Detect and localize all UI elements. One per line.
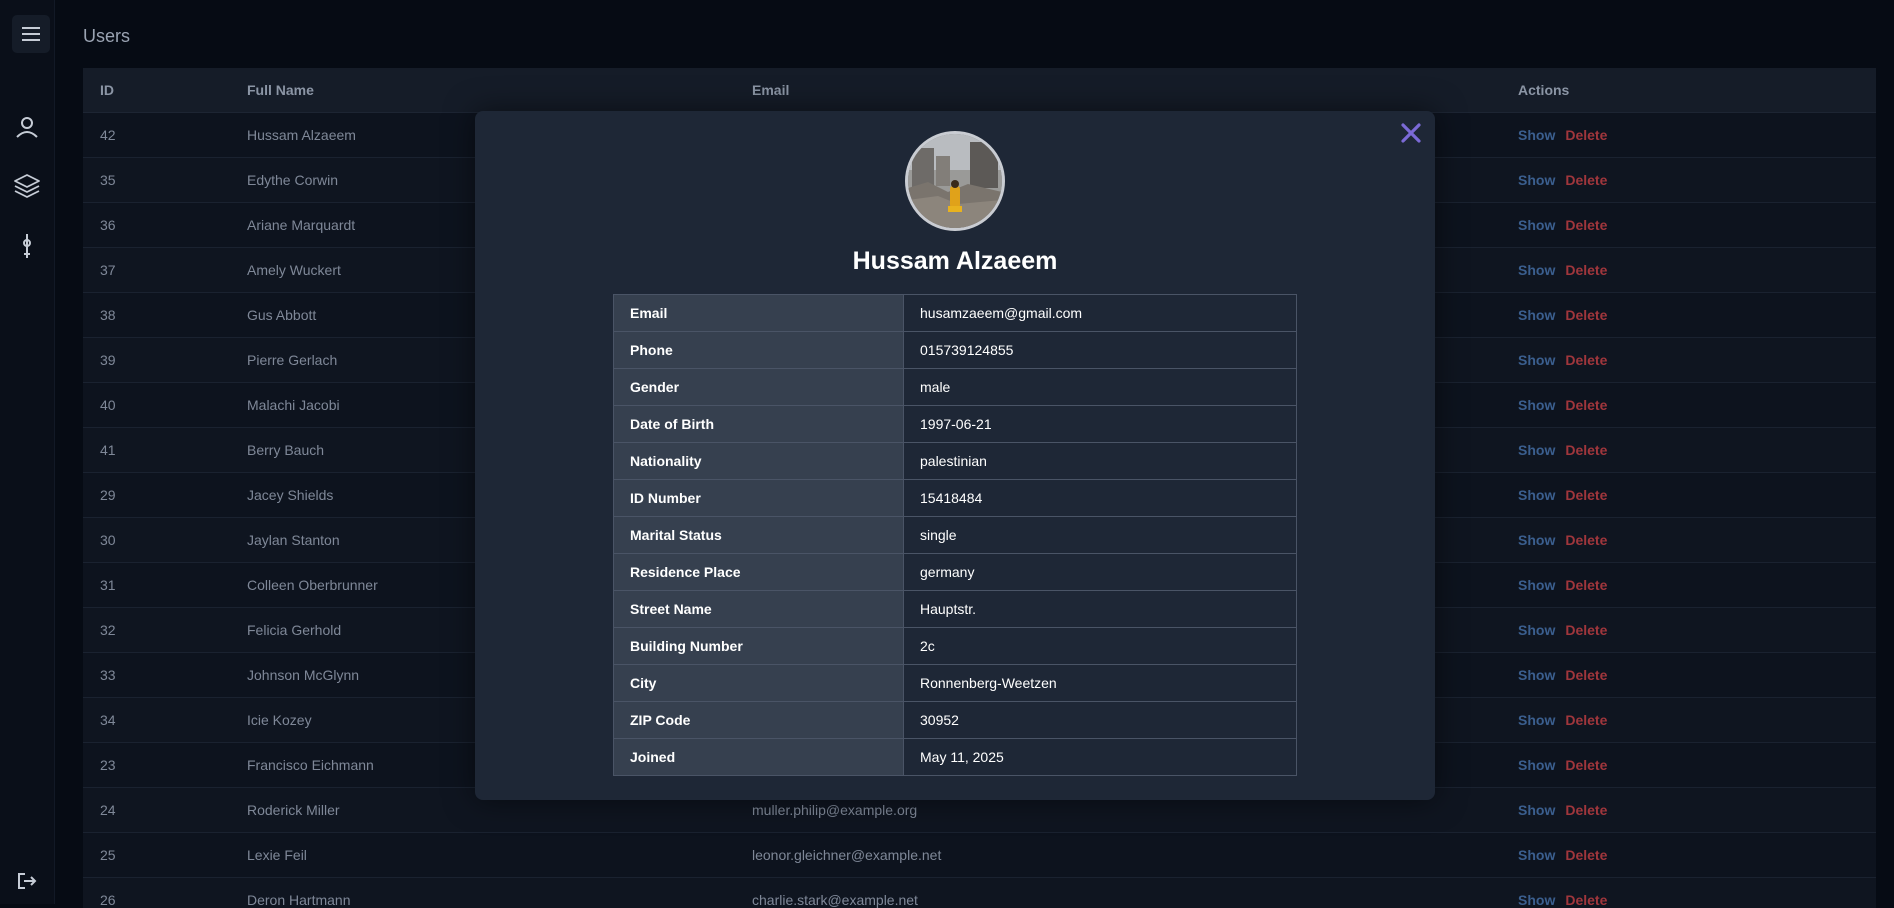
detail-value: 2c: [903, 627, 1297, 665]
detail-label: Street Name: [613, 590, 904, 628]
detail-label: City: [613, 664, 904, 702]
detail-value: germany: [903, 553, 1297, 591]
detail-label: ZIP Code: [613, 701, 904, 739]
close-button[interactable]: [1397, 119, 1425, 147]
detail-row: Email husamzaeem@gmail.com: [613, 294, 1297, 332]
detail-label: Marital Status: [613, 516, 904, 554]
detail-value: 1997-06-21: [903, 405, 1297, 443]
detail-row: Nationality palestinian: [613, 442, 1297, 480]
detail-label: Joined: [613, 738, 904, 776]
detail-value: May 11, 2025: [903, 738, 1297, 776]
detail-label: Nationality: [613, 442, 904, 480]
modal-overlay: Hussam Alzaeem Email husamzaeem@gmail.com…: [0, 0, 1894, 904]
detail-value: 15418484: [903, 479, 1297, 517]
close-icon: [1401, 123, 1421, 143]
detail-value: palestinian: [903, 442, 1297, 480]
detail-value: 015739124855: [903, 331, 1297, 369]
user-details-table: Email husamzaeem@gmail.com Phone 0157391248…: [613, 294, 1297, 776]
detail-value: Ronnenberg-Weetzen: [903, 664, 1297, 702]
detail-label: ID Number: [613, 479, 904, 517]
detail-row: ZIP Code 30952: [613, 701, 1297, 739]
avatar: [905, 131, 1005, 231]
user-detail-modal: Hussam Alzaeem Email husamzaeem@gmail.com…: [475, 111, 1435, 800]
detail-row: Street Name Hauptstr.: [613, 590, 1297, 628]
detail-row: Date of Birth 1997-06-21: [613, 405, 1297, 443]
detail-label: Phone: [613, 331, 904, 369]
detail-value: single: [903, 516, 1297, 554]
detail-row: Marital Status single: [613, 516, 1297, 554]
detail-row: Phone 015739124855: [613, 331, 1297, 369]
detail-row: ID Number 15418484: [613, 479, 1297, 517]
detail-label: Email: [613, 294, 904, 332]
detail-label: Building Number: [613, 627, 904, 665]
detail-row: Building Number 2c: [613, 627, 1297, 665]
detail-value: husamzaeem@gmail.com: [903, 294, 1297, 332]
modal-user-name: Hussam Alzaeem: [852, 247, 1058, 275]
detail-value: Hauptstr.: [903, 590, 1297, 628]
detail-row: City Ronnenberg-Weetzen: [613, 664, 1297, 702]
detail-label: Residence Place: [613, 553, 904, 591]
detail-value: 30952: [903, 701, 1297, 739]
detail-label: Gender: [613, 368, 904, 406]
detail-row: Joined May 11, 2025: [613, 738, 1297, 776]
detail-label: Date of Birth: [613, 405, 904, 443]
detail-value: male: [903, 368, 1297, 406]
detail-row: Gender male: [613, 368, 1297, 406]
detail-row: Residence Place germany: [613, 553, 1297, 591]
